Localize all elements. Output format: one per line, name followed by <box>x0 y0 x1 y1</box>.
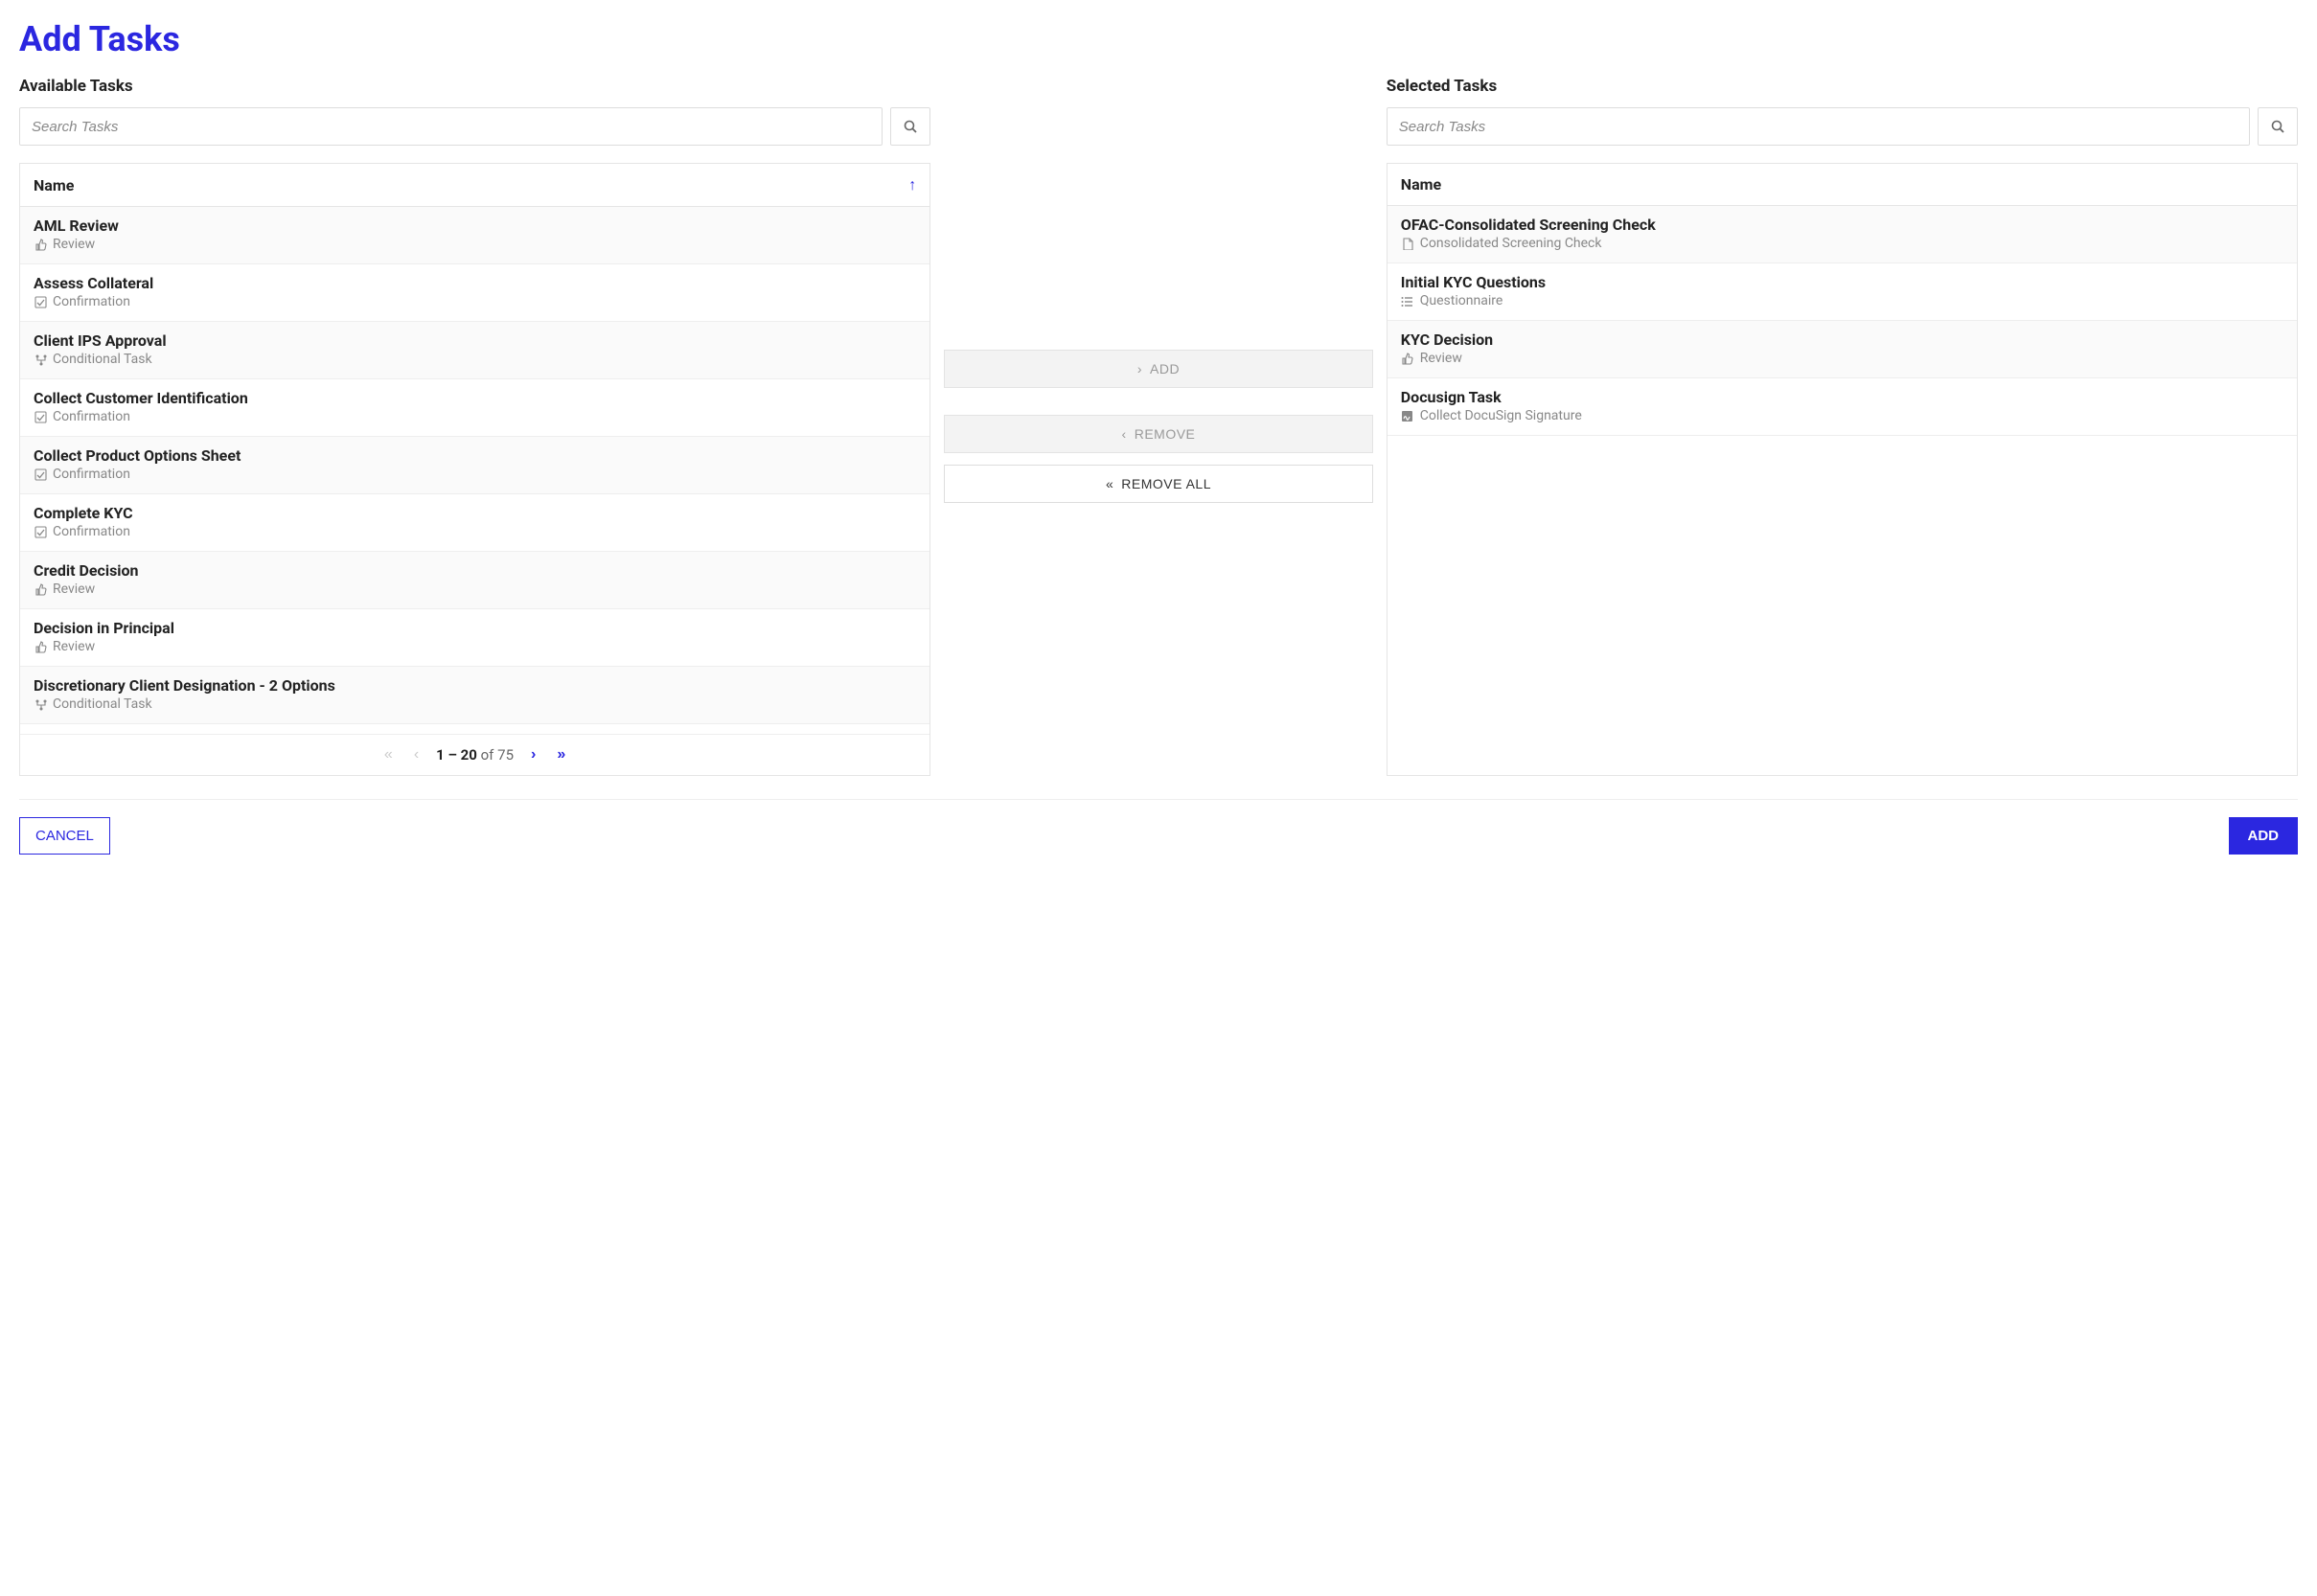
available-task-row[interactable]: Complete KYC Confirmation <box>20 494 929 552</box>
page-next-button[interactable]: › <box>527 744 539 765</box>
task-name: OFAC-Consolidated Screening Check <box>1401 216 2283 234</box>
double-chevron-left-icon: « <box>1106 476 1113 491</box>
task-type-label: Confirmation <box>53 524 130 539</box>
task-type: Confirmation <box>34 524 916 539</box>
available-task-row[interactable]: AML Review Review <box>20 207 929 264</box>
remove-selected-button[interactable]: ‹ REMOVE <box>944 415 1373 453</box>
chevron-left-icon: ‹ <box>1122 426 1127 442</box>
available-task-row[interactable]: Decision in Principal Review <box>20 609 929 667</box>
available-task-row[interactable]: Collect Customer Identification Confirmat… <box>20 379 929 437</box>
task-name: KYC Decision <box>1401 331 2283 349</box>
available-task-row[interactable]: Client IPS Approval Conditional Task <box>20 322 929 379</box>
task-type: Review <box>34 581 916 597</box>
task-name: Credit Decision <box>34 561 916 580</box>
task-name: Collect Product Options Sheet <box>34 446 916 465</box>
page-first-button[interactable]: « <box>380 744 397 765</box>
task-type-label: Confirmation <box>53 467 130 482</box>
task-name: Collect Customer Identification <box>34 389 916 407</box>
task-name: Client IPS Approval <box>34 331 916 350</box>
search-icon <box>2271 120 2284 133</box>
available-task-row[interactable]: Collect Product Options Sheet Confirmatio… <box>20 437 929 494</box>
selected-task-row[interactable]: Docusign Task Collect DocuSign Signature <box>1388 378 2297 436</box>
remove-all-button[interactable]: « REMOVE ALL <box>944 465 1373 503</box>
available-search-input[interactable] <box>19 107 883 146</box>
task-type-label: Confirmation <box>53 294 130 309</box>
available-search-button[interactable] <box>890 107 930 146</box>
add-selected-button[interactable]: › ADD <box>944 350 1373 388</box>
task-type-label: Questionnaire <box>1420 293 1503 308</box>
task-name: Docusign Task <box>1401 388 2283 406</box>
check-icon <box>34 526 47 538</box>
available-tasks-heading: Available Tasks <box>19 77 930 96</box>
available-task-row[interactable]: Assess Collateral Confirmation <box>20 264 929 322</box>
task-type: Review <box>34 237 916 252</box>
selected-task-row[interactable]: KYC Decision Review <box>1388 321 2297 378</box>
check-icon <box>34 468 47 481</box>
doc-icon <box>1401 238 1414 250</box>
task-type-label: Consolidated Screening Check <box>1420 236 1602 251</box>
available-paginator: « ‹ 1 – 20 of 75 › » <box>20 734 929 775</box>
selected-task-row[interactable]: OFAC-Consolidated Screening Check Consoli… <box>1388 206 2297 263</box>
task-type-label: Review <box>1420 351 1462 366</box>
cancel-button[interactable]: CANCEL <box>19 817 110 855</box>
selected-search-input[interactable] <box>1387 107 2250 146</box>
task-type-label: Review <box>53 581 95 597</box>
sort-ascending-icon[interactable]: ↑ <box>908 175 916 194</box>
available-task-row[interactable]: Credit DecisionReview <box>20 552 929 609</box>
task-name: Complete KYC <box>34 504 916 522</box>
task-name: AML Review <box>34 217 916 235</box>
task-type: Confirmation <box>34 409 916 424</box>
thumb-icon <box>34 641 47 653</box>
available-column-name[interactable]: Name <box>34 176 74 194</box>
available-task-row[interactable]: Discretionary Client Designation - 2 Opt… <box>20 667 929 724</box>
task-type: Review <box>1401 351 2283 366</box>
task-type: Confirmation <box>34 467 916 482</box>
page-title: Add Tasks <box>19 19 2298 59</box>
task-type: Review <box>34 639 916 654</box>
task-type: Conditional Task <box>34 696 916 712</box>
task-type: Consolidated Screening Check <box>1401 236 2283 251</box>
thumb-icon <box>34 239 47 251</box>
page-last-button[interactable]: » <box>553 744 569 765</box>
task-name: Initial KYC Questions <box>1401 273 2283 291</box>
page-prev-button[interactable]: ‹ <box>410 744 423 765</box>
task-type-label: Review <box>53 639 95 654</box>
task-name: Discretionary Client Designation - 2 Opt… <box>34 676 916 695</box>
branch-icon <box>34 698 47 711</box>
check-icon <box>34 411 47 423</box>
selected-column-name[interactable]: Name <box>1401 175 1441 194</box>
selected-task-row[interactable]: Initial KYC Questions Questionnaire <box>1388 263 2297 321</box>
task-type: Collect DocuSign Signature <box>1401 408 2283 423</box>
add-button[interactable]: ADD <box>2229 817 2299 855</box>
available-task-row[interactable]: Due Diligence Review GateConditional Tas… <box>20 724 929 734</box>
thumb-icon <box>34 583 47 596</box>
selected-search-button[interactable] <box>2258 107 2298 146</box>
chevron-right-icon: › <box>1137 361 1142 376</box>
task-type: Confirmation <box>34 294 916 309</box>
list-icon <box>1401 295 1414 308</box>
task-name: Decision in Principal <box>34 619 916 637</box>
task-type-label: Collect DocuSign Signature <box>1420 408 1582 423</box>
search-icon <box>904 120 917 133</box>
task-type-label: Conditional Task <box>53 352 152 367</box>
task-type-label: Review <box>53 237 95 252</box>
task-type: Conditional Task <box>34 352 916 367</box>
task-name: Assess Collateral <box>34 274 916 292</box>
sign-icon <box>1401 410 1414 422</box>
thumb-icon <box>1401 353 1414 365</box>
selected-tasks-heading: Selected Tasks <box>1387 77 2298 96</box>
task-type: Questionnaire <box>1401 293 2283 308</box>
branch-icon <box>34 353 47 366</box>
pagination-text: 1 – 20 of 75 <box>436 746 514 764</box>
task-type-label: Confirmation <box>53 409 130 424</box>
check-icon <box>34 296 47 308</box>
task-type-label: Conditional Task <box>53 696 152 712</box>
